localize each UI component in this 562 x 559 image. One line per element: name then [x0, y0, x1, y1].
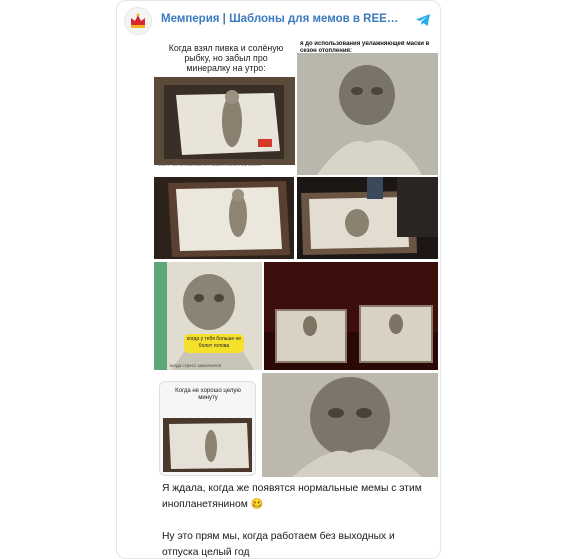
media-grid: Когда взял пивка и солёную рыбку, но заб…: [154, 41, 438, 477]
meme-image-4[interactable]: [297, 177, 438, 259]
telegram-icon[interactable]: [415, 12, 431, 28]
side-strip: [154, 262, 167, 370]
meme1-caption: Когда взял пивка и солёную рыбку, но заб…: [168, 43, 284, 73]
post-header: Мемперия | Шаблоны для мемов в REELS и н…: [117, 1, 440, 41]
alien-photo: [154, 77, 295, 165]
meme-image-5[interactable]: когда у тебя больше не болит голова когд…: [154, 262, 262, 370]
post-line-1: Я ждала, когда же появятся нормальные ме…: [162, 483, 422, 510]
meme7-card: Когда не хорошо целую минуту: [159, 381, 256, 476]
alien-box-photo: [163, 418, 252, 472]
channel-avatar[interactable]: [124, 7, 152, 35]
meme-image-1[interactable]: Когда взял пивка и солёную рыбку, но заб…: [154, 41, 295, 167]
meme1-footer: Новости. Тело инопланетянина было найден…: [158, 163, 264, 167]
meme7-caption: Когда не хорошо целую минуту: [175, 388, 241, 401]
meme-image-6[interactable]: [264, 262, 438, 370]
meme-image-7[interactable]: Когда не хорошо целую минуту: [154, 373, 260, 477]
meme5-note: когда стресс закончился: [170, 363, 222, 368]
crown-icon: [131, 13, 145, 28]
channel-title[interactable]: Мемперия | Шаблоны для мемов в REELS и н…: [161, 13, 401, 25]
meme-image-2[interactable]: я до использования увлажняющей маски в с…: [297, 41, 438, 175]
post-card: Мемперия | Шаблоны для мемов в REELS и н…: [116, 0, 441, 559]
post-text: Я ждала, когда же появятся нормальные ме…: [162, 481, 422, 558]
alien-head-photo: [297, 53, 438, 175]
post-line-2: Ну это прям мы, когда работаем без выход…: [162, 531, 395, 558]
meme-image-8[interactable]: [262, 373, 438, 477]
meme5-sticker: когда у тебя больше не болит голова: [184, 334, 244, 353]
meme-image-3[interactable]: [154, 177, 294, 259]
